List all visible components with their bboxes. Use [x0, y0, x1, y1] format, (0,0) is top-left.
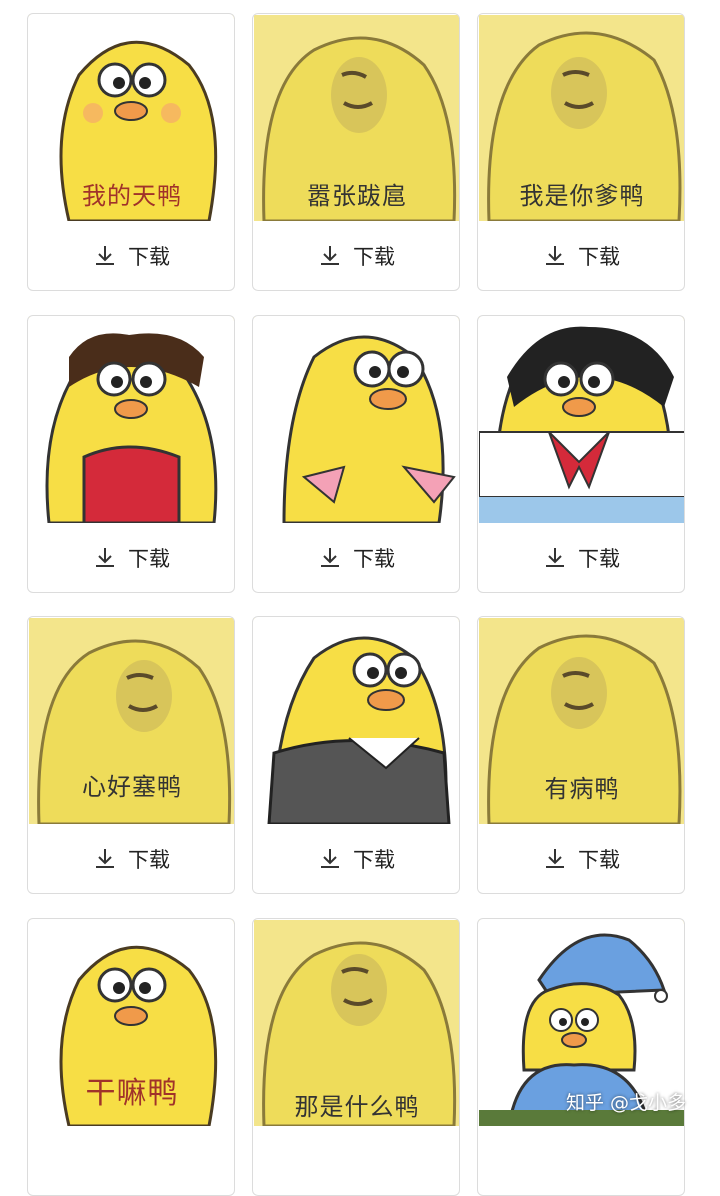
sticker-card-5[interactable]: 下载 — [252, 315, 460, 593]
sticker-card-12[interactable] — [477, 918, 685, 1196]
sticker-caption: 我的天鸭 — [82, 182, 182, 210]
duck-illustration — [254, 317, 459, 523]
download-icon — [321, 548, 339, 567]
sticker-caption: 我是你爹鸭 — [519, 182, 645, 210]
sticker-card-8[interactable]: 下载 — [252, 616, 460, 894]
sticker-caption: 干嘛鸭 — [85, 1076, 179, 1111]
sticker-image-duck-suit[interactable] — [254, 618, 459, 824]
download-button[interactable]: 下载 — [28, 824, 234, 893]
sticker-image-meme-face[interactable]: 有病鸭 — [479, 618, 684, 824]
download-label: 下载 — [578, 547, 620, 571]
download-icon — [321, 849, 339, 868]
download-button[interactable]: 下载 — [253, 523, 459, 592]
sticker-image-duck-sailor[interactable] — [479, 317, 684, 523]
download-icon — [96, 548, 114, 567]
sticker-card-6[interactable]: 下载 — [477, 315, 685, 593]
sticker-card-1[interactable]: 我的天鸭 下载 — [27, 13, 235, 291]
download-button[interactable]: 下载 — [28, 523, 234, 592]
download-label: 下载 — [353, 245, 395, 269]
download-label: 下载 — [578, 848, 620, 872]
download-button[interactable]: 下载 — [28, 221, 234, 290]
download-icon — [546, 246, 564, 265]
download-icon — [321, 246, 339, 265]
sticker-image-meme-face[interactable]: 嚣张跋扈 — [254, 15, 459, 221]
sticker-card-4[interactable]: 下载 — [27, 315, 235, 593]
duck-illustration — [29, 317, 234, 523]
download-label: 下载 — [353, 848, 395, 872]
download-label: 下载 — [578, 245, 620, 269]
download-icon — [546, 548, 564, 567]
sticker-image-duck-bikini[interactable] — [254, 317, 459, 523]
zhihu-watermark: 知乎 @戈小多 — [566, 1092, 687, 1114]
download-button[interactable]: 下载 — [478, 824, 684, 893]
sticker-image-meme-face[interactable]: 我是你爹鸭 — [479, 15, 684, 221]
sticker-card-10[interactable]: 干嘛鸭 — [27, 918, 235, 1196]
sticker-image-meme-face[interactable]: 心好塞鸭 — [29, 618, 234, 824]
sticker-card-2[interactable]: 嚣张跋扈 下载 — [252, 13, 460, 291]
download-icon — [546, 849, 564, 868]
download-label: 下载 — [353, 547, 395, 571]
download-button[interactable]: 下载 — [253, 824, 459, 893]
download-label: 下载 — [128, 848, 170, 872]
download-button[interactable]: 下载 — [478, 523, 684, 592]
duck-illustration — [479, 317, 684, 523]
sticker-caption: 那是什么鸭 — [294, 1093, 420, 1121]
download-button[interactable]: 下载 — [253, 221, 459, 290]
download-button[interactable]: 下载 — [478, 221, 684, 290]
sticker-card-9[interactable]: 有病鸭 下载 — [477, 616, 685, 894]
sticker-card-7[interactable]: 心好塞鸭 下载 — [27, 616, 235, 894]
sticker-caption: 嚣张跋扈 — [307, 182, 407, 210]
sticker-caption: 有病鸭 — [544, 775, 620, 803]
sticker-card-11[interactable]: 那是什么鸭 — [252, 918, 460, 1196]
sticker-image-meme-face[interactable]: 那是什么鸭 — [254, 920, 459, 1126]
sticker-caption: 心好塞鸭 — [82, 773, 182, 801]
sticker-image-duck-wow[interactable]: 我的天鸭 — [29, 15, 234, 221]
download-icon — [96, 849, 114, 868]
duck-illustration — [254, 618, 459, 824]
sticker-image-duck-what[interactable]: 干嘛鸭 — [29, 920, 234, 1126]
sticker-image-duck-swimsuit[interactable] — [29, 317, 234, 523]
download-label: 下载 — [128, 245, 170, 269]
download-label: 下载 — [128, 547, 170, 571]
download-icon — [96, 246, 114, 265]
sticker-card-3[interactable]: 我是你爹鸭 下载 — [477, 13, 685, 291]
sticker-grid: 我的天鸭 下载 嚣张跋扈 下载 我是你爹鸭 下载 下载 下载 下载 心好塞鸭 下… — [0, 0, 720, 1196]
